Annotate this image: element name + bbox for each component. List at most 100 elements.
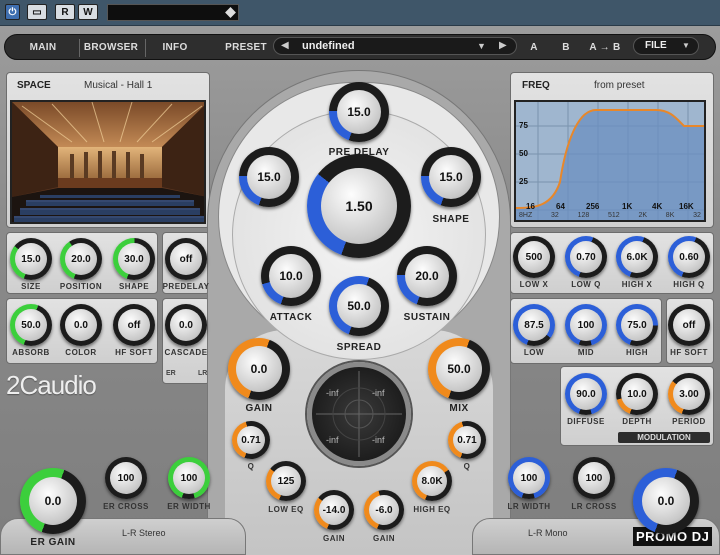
knob-value: 50.0 [436, 346, 482, 392]
decay-main-knob[interactable]: 1.50 [307, 154, 411, 258]
file-menu[interactable]: FILE ▼ [633, 37, 699, 55]
read-automation-button[interactable]: R [55, 4, 75, 20]
knob-label: GAIN [245, 403, 273, 414]
freq-x-tick: 16K [679, 202, 694, 211]
knob-value: 50.0 [15, 309, 47, 341]
absorb-knob[interactable]: 50.0 [10, 304, 52, 346]
sustain-knob[interactable]: 20.0 [397, 246, 457, 306]
low-q-knob[interactable]: 0.70 [565, 236, 607, 278]
freq-x-minor-tick: 128 [577, 212, 590, 219]
hf-soft-right-knob[interactable]: off [668, 304, 710, 346]
freq-x-minor-tick: 32 [551, 212, 559, 219]
host-preset-field[interactable] [107, 4, 239, 21]
mid-knob[interactable]: 100 [565, 304, 607, 346]
lr-width-knob[interactable]: 100 [508, 457, 550, 499]
knob-value: 500 [518, 241, 550, 273]
depth-knob[interactable]: 10.0 [616, 373, 658, 415]
knob-value: 0.60 [673, 241, 705, 273]
position-knob[interactable]: 20.0 [60, 238, 102, 280]
compare-button[interactable]: ▭ [27, 4, 47, 20]
gain-low-knob[interactable]: -14.0 [314, 490, 354, 530]
power-button[interactable]: ⏻ [5, 4, 20, 20]
color-knob[interactable]: 0.0 [60, 304, 102, 346]
shape-center-knob[interactable]: 15.0 [421, 147, 481, 207]
knob-value: 20.0 [65, 243, 97, 275]
cascade-knob[interactable]: 0.0 [165, 304, 207, 346]
diffuse-knob[interactable]: 90.0 [565, 373, 607, 415]
knob-value: 0.71 [237, 426, 265, 454]
lr-label: LR [198, 370, 208, 377]
knob-label: MIX [449, 403, 469, 414]
preset-label: PRESET [225, 42, 267, 53]
lr-cross-knob[interactable]: 100 [573, 457, 615, 499]
lr-gain-knob[interactable]: 0.0 [633, 468, 699, 534]
knob-label: PERIOD [672, 417, 706, 426]
period-knob[interactable]: 3.00 [668, 373, 710, 415]
knob-label: SHAPE [432, 214, 470, 225]
lr-mono-label: L-R Mono [528, 528, 568, 538]
mix-knob[interactable]: 50.0 [428, 338, 490, 400]
high-q-knob[interactable]: 0.60 [668, 236, 710, 278]
next-preset-icon[interactable]: ▶ [499, 40, 507, 51]
knob-value: 100 [578, 462, 610, 494]
gain-high-knob[interactable]: -6.0 [364, 490, 404, 530]
knob-value: 100 [570, 309, 602, 341]
copy-a-to-b-button[interactable]: A → B [580, 35, 630, 61]
knob-value: 6.0K [621, 241, 653, 273]
attack-knob[interactable]: 10.0 [261, 246, 321, 306]
knob-value: 50.0 [337, 284, 381, 328]
knob-value: 100 [173, 462, 205, 494]
er-lr-indicator: ER LR [164, 366, 210, 382]
knob-value: 100 [110, 462, 142, 494]
high-knob[interactable]: 75.0 [616, 304, 658, 346]
er-cross-knob[interactable]: 100 [105, 457, 147, 499]
prev-preset-icon[interactable]: ◀ [281, 40, 289, 51]
low-knob[interactable]: 87.5 [513, 304, 555, 346]
a-button[interactable]: A [516, 35, 552, 61]
predelay-knob[interactable]: off [165, 238, 207, 280]
knob-label: SPREAD [336, 342, 382, 353]
knob-value: 0.0 [236, 346, 282, 392]
freq-x-minor-tick: 32 [693, 212, 701, 219]
freq-y-tick: 25 [519, 177, 528, 186]
low-eq-knob[interactable]: 125 [266, 461, 306, 501]
knob-label: HF SOFT [670, 348, 708, 357]
shape-knob[interactable]: 30.0 [113, 238, 155, 280]
knob-label: GAIN [373, 534, 395, 543]
knob-value: 125 [271, 466, 301, 496]
high-eq-knob[interactable]: 8.0K [412, 461, 452, 501]
preset-dropdown-icon[interactable]: ▼ [477, 41, 486, 51]
space-preset-name: Musical - Hall 1 [84, 80, 153, 91]
tab-browser[interactable]: BROWSER [81, 35, 141, 61]
er-gain-knob[interactable]: 0.0 [20, 468, 86, 534]
freq-y-tick: 50 [519, 149, 528, 158]
b-button[interactable]: B [548, 35, 584, 61]
spread-knob[interactable]: 50.0 [329, 276, 389, 336]
low-x-knob[interactable]: 500 [513, 236, 555, 278]
q-right-knob[interactable]: 0.71 [448, 421, 486, 459]
freq-x-minor-ticks: 8HZ 32 128 512 2K 8K 32 [516, 212, 704, 219]
q-left-knob[interactable]: 0.71 [232, 421, 270, 459]
hf-soft-knob[interactable]: off [113, 304, 155, 346]
high-x-knob[interactable]: 6.0K [616, 236, 658, 278]
tab-info[interactable]: INFO [147, 35, 203, 61]
knob-label: ER GAIN [30, 537, 76, 548]
left-center-knob[interactable]: 15.0 [239, 147, 299, 207]
er-width-knob[interactable]: 100 [168, 457, 210, 499]
tab-main[interactable]: MAIN [13, 35, 73, 61]
preset-selector[interactable]: ◀ undefined ▼ ▶ [273, 37, 517, 55]
host-toolbar: ⏻ ▭ R W [0, 0, 720, 26]
concert-hall-image [10, 100, 206, 224]
knob-value: 15.0 [337, 90, 381, 134]
knob-value: off [118, 309, 150, 341]
pre-delay-knob[interactable]: 15.0 [329, 82, 389, 142]
scope-readout: -inf [372, 388, 385, 398]
size-knob[interactable]: 15.0 [10, 238, 52, 280]
file-label: FILE [645, 40, 667, 51]
knob-value: -14.0 [319, 495, 349, 525]
file-dropdown-icon: ▼ [682, 41, 690, 50]
freq-x-tick: 1K [622, 202, 633, 211]
write-automation-button[interactable]: W [78, 4, 98, 20]
gain-knob[interactable]: 0.0 [228, 338, 290, 400]
knob-value: 15.0 [247, 155, 291, 199]
